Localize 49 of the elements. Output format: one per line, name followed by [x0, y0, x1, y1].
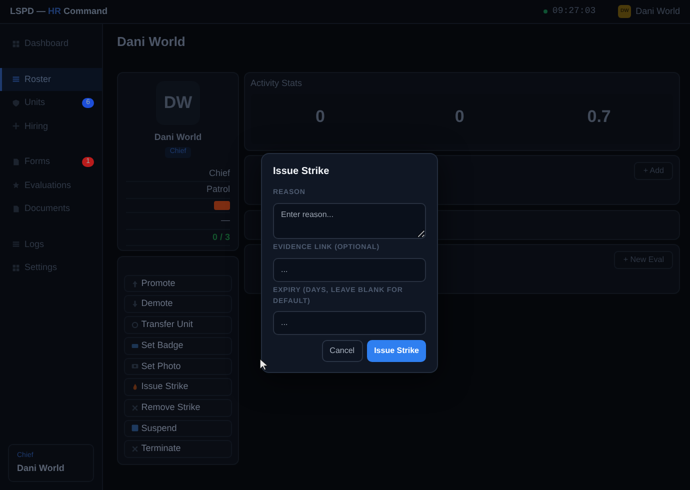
arrow-up-icon — [131, 280, 139, 288]
x-icon — [131, 404, 139, 412]
flame-icon — [131, 383, 139, 392]
card-title: Activity Stats — [250, 76, 304, 90]
input-field[interactable]: ... — [273, 311, 426, 335]
action-button[interactable]: Transfer Unit — [124, 316, 232, 334]
action-button[interactable]: Promote — [124, 274, 232, 292]
cancel-button[interactable]: Cancel — [322, 340, 363, 362]
avatar: DW — [156, 80, 200, 124]
cycle-icon — [131, 320, 139, 329]
list-icon — [12, 240, 20, 248]
grid-icon — [12, 40, 20, 48]
profile-name: Dani World — [154, 130, 202, 144]
plus-icon — [12, 122, 20, 130]
action-button[interactable]: Set Badge — [124, 336, 232, 354]
action-button[interactable]: Demote — [124, 295, 232, 314]
user-name: Dani World — [17, 462, 66, 474]
clock-text: 09:27:03 — [552, 4, 596, 18]
star-icon — [12, 181, 20, 190]
action-button[interactable]: Remove Strike — [124, 398, 232, 417]
app-title: LSPD — HR Command — [10, 4, 108, 18]
x-icon — [131, 445, 139, 454]
field-value: 0 / 3 — [212, 232, 230, 244]
action-button[interactable]: Suspend — [124, 420, 232, 438]
document-icon — [12, 158, 20, 166]
action-button[interactable]: Terminate — [124, 440, 232, 458]
input-field[interactable]: ... — [273, 258, 426, 282]
camera-icon — [131, 362, 139, 370]
sidebar-item[interactable]: Roster — [0, 68, 102, 91]
shield-icon — [12, 98, 20, 107]
submit-button[interactable]: Issue Strike — [367, 340, 426, 362]
document-icon — [12, 204, 20, 213]
page-title: Dani World — [117, 33, 186, 51]
user-name: Dani World — [636, 4, 680, 18]
action-button[interactable]: Issue Strike — [124, 378, 232, 396]
stat-value: 0 — [454, 107, 464, 126]
action-button[interactable]: Set Photo — [124, 358, 232, 376]
square-icon — [131, 424, 139, 432]
grid-icon — [12, 264, 20, 272]
field-value: Chief — [208, 168, 230, 180]
reason-field[interactable]: Enter reason... — [273, 202, 426, 238]
field-value: Patrol — [206, 184, 230, 196]
field-value: — — [221, 214, 230, 227]
arrow-down-icon — [131, 300, 139, 308]
stat-value: 0.7 — [587, 107, 611, 126]
cursor-icon — [259, 359, 270, 370]
modal-title: Issue Strike — [273, 165, 330, 179]
stat-value: 0 — [315, 107, 325, 126]
list-icon — [12, 75, 20, 84]
